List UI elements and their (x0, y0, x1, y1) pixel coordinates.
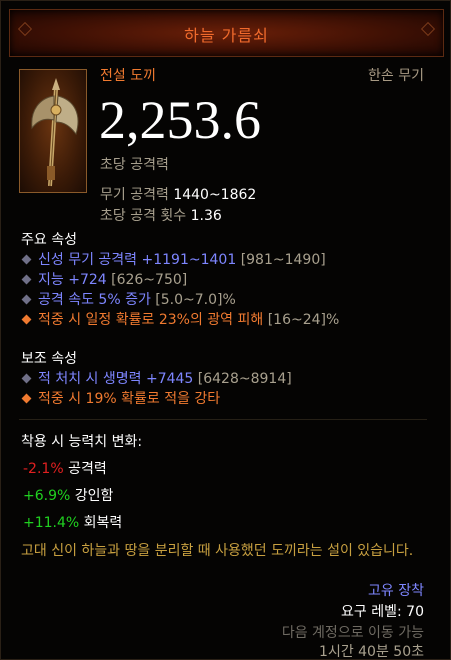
affix-bullet-icon (21, 274, 32, 285)
affix-bullet-icon (21, 254, 32, 265)
affix-bullet-icon (21, 294, 32, 305)
stat-change-recovery: +11.4% 회복력 (23, 512, 122, 532)
attack-speed-value: 1.36 (190, 208, 222, 224)
affix-range: [16~24]% (267, 312, 340, 328)
primary-affix: 공격 속도 5% 증가 [5.0~7.0]% (21, 289, 236, 309)
attack-speed-label: 초당 공격 횟수 (100, 208, 187, 224)
account-bound-text: 다음 계정으로 이동 가능 (281, 625, 424, 641)
affix-text: 적 처치 시 생명력 +7445 (38, 371, 194, 387)
divider (19, 419, 427, 420)
dps-value: 2,253.6 (99, 90, 261, 150)
item-rarity: 전설 도끼 (100, 68, 156, 84)
stat-change-damage: -2.1% 공격력 (23, 458, 107, 478)
stat-change-delta: +6.9% (23, 488, 71, 504)
trade-timer: 1시간 40분 50초 (319, 644, 424, 660)
dps-label: 초당 공격력 (100, 157, 169, 173)
affix-range: [981~1490] (240, 252, 326, 268)
unique-equipped: 고유 장착 (368, 583, 424, 599)
axe-icon (31, 78, 79, 187)
affix-range: [5.0~7.0]% (155, 292, 236, 308)
primary-legendary-affix: 적중 시 일정 확률로 23%의 광역 피해 [16~24]% (21, 309, 339, 329)
item-slot: 한손 무기 (368, 68, 424, 84)
stat-change-delta: -2.1% (23, 461, 64, 477)
title-bar: 하늘 가름쇠 (9, 9, 444, 57)
stat-change-label: 강인함 (74, 488, 114, 504)
stat-changes-heading: 착용 시 능력치 변화: (21, 434, 143, 450)
weapon-damage-line: 무기 공격력 1440~1862 (100, 184, 256, 204)
item-icon-frame (19, 69, 87, 193)
secondary-legendary-affix: 적중 시 19% 확률로 적을 강타 (21, 388, 220, 408)
stat-change-label: 공격력 (68, 461, 107, 477)
affix-bullet-icon (21, 373, 32, 384)
primary-affix: 지능 +724 [626~750] (21, 269, 187, 289)
affix-text: 적중 시 19% 확률로 적을 강타 (38, 391, 221, 407)
legendary-bullet-icon (21, 314, 32, 325)
primary-heading: 주요 속성 (21, 232, 77, 248)
weapon-damage-label: 무기 공격력 (100, 187, 169, 203)
affix-text: 신성 무기 공격력 +1191~1401 (38, 252, 237, 268)
primary-affix: 신성 무기 공격력 +1191~1401 [981~1490] (21, 249, 326, 269)
stat-change-label: 회복력 (83, 515, 123, 531)
affix-text: 지능 +724 (38, 272, 107, 288)
legendary-bullet-icon (21, 393, 32, 404)
flavor-text: 고대 신이 하늘과 땅을 분리할 때 사용했던 도끼라는 설이 있습니다. (21, 543, 414, 559)
affix-range: [6428~8914] (197, 371, 292, 387)
affix-text: 공격 속도 5% 증가 (38, 292, 151, 308)
secondary-heading: 보조 속성 (21, 351, 77, 367)
affix-range: [626~750] (111, 272, 188, 288)
item-title: 하늘 가름쇠 (184, 26, 269, 45)
attack-speed-line: 초당 공격 횟수 1.36 (100, 205, 222, 225)
required-level: 요구 레벨: 70 (341, 604, 424, 620)
item-tooltip: 하늘 가름쇠 전설 도끼 한손 무기 2,253.6 초당 공격력 무기 공격력… (0, 0, 451, 660)
weapon-damage-value: 1440~1862 (173, 187, 257, 203)
affix-text: 적중 시 일정 확률로 23%의 광역 피해 (38, 312, 264, 328)
secondary-affix: 적 처치 시 생명력 +7445 [6428~8914] (21, 368, 292, 388)
stat-change-delta: +11.4% (23, 515, 80, 531)
stat-change-toughness: +6.9% 강인함 (23, 485, 113, 505)
